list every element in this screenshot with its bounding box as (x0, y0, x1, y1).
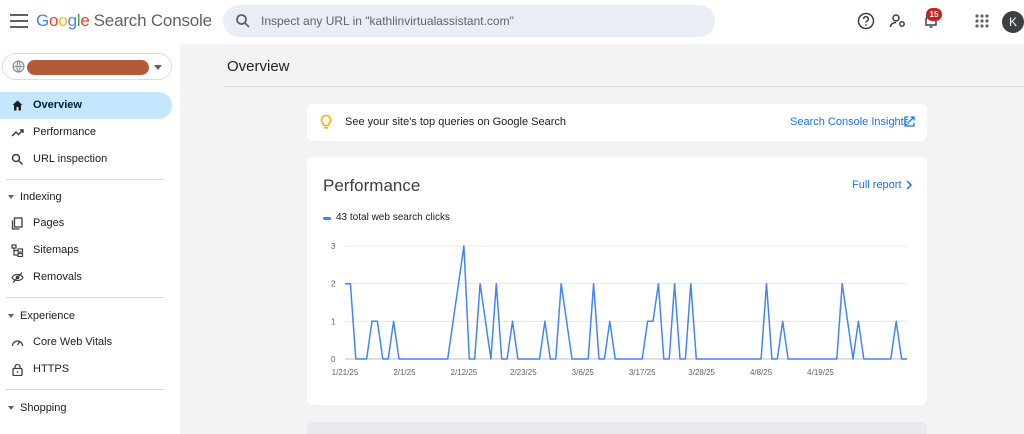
caret-down-icon (8, 195, 14, 199)
home-icon (12, 100, 23, 111)
caret-down-icon (8, 314, 14, 318)
sidebar-item-label: Performance (33, 126, 96, 138)
sidebar-item-label: Pages (33, 217, 65, 229)
sidebar-item-overview[interactable]: Overview (0, 92, 172, 119)
x-tick-label: 2/12/25 (451, 368, 478, 377)
sidebar-divider (6, 297, 164, 298)
chevron-right-icon[interactable] (905, 180, 913, 190)
x-tick-label: 3/17/25 (629, 368, 656, 377)
logo-letter: e (80, 11, 90, 30)
clicks-series-line[interactable] (345, 245, 907, 360)
logo-letter: G (36, 11, 50, 30)
redacted-property-name (27, 60, 149, 75)
insights-banner: See your site's top queries on Google Se… (307, 104, 927, 141)
sidebar-divider (6, 179, 164, 180)
apps-icon[interactable] (972, 11, 992, 31)
open-in-new-icon[interactable] (904, 116, 915, 127)
menu-icon[interactable] (8, 10, 30, 32)
search-icon (236, 14, 250, 28)
x-tick-label: 2/1/25 (393, 368, 416, 377)
performance-card: Performance Full report 43 total web sea… (307, 157, 927, 405)
sidebar-item-label: URL inspection (33, 153, 108, 165)
logo-letter: o (58, 11, 68, 30)
sidebar-item-label: Overview (33, 99, 82, 111)
account-avatar[interactable]: K (1002, 11, 1024, 33)
legend-label: 43 total web search clicks (336, 212, 450, 223)
sidebar-section-indexing[interactable]: Indexing (0, 188, 172, 208)
sidebar-item-pages[interactable]: Pages (0, 210, 172, 237)
clicks-line-chart[interactable]: 0 1 2 3 1/21/25 2/1/25 2/12/25 2/23/25 3/6/25 3/1… (307, 233, 927, 383)
product-name: Search Console (93, 11, 212, 30)
removals-icon (11, 272, 24, 283)
sidebar-item-removals[interactable]: Removals (0, 264, 172, 291)
pages-icon (11, 217, 23, 230)
sidebar-item-core-web-vitals[interactable]: Core Web Vitals (0, 329, 172, 356)
caret-down-icon (8, 406, 14, 410)
lock-icon (12, 363, 23, 376)
y-tick-label: 0 (331, 355, 336, 364)
title-divider (224, 86, 1024, 87)
sidebar-item-label: Sitemaps (33, 244, 79, 256)
x-tick-label: 2/23/25 (510, 368, 537, 377)
page-title: Overview (227, 58, 290, 75)
sidebar-section-shopping[interactable]: Shopping (0, 399, 172, 419)
logo-letter: o (49, 11, 59, 30)
section-title: Indexing (20, 191, 62, 203)
performance-title: Performance (323, 176, 421, 195)
top-app-bar: GoogleSearch Console 15 K (0, 0, 1024, 44)
search-console-logo[interactable]: Google Search Console (36, 11, 212, 31)
help-icon[interactable] (856, 11, 876, 31)
legend-swatch (323, 217, 331, 220)
sidebar-item-https[interactable]: HTTPS (0, 356, 172, 383)
trending-up-icon (11, 129, 24, 137)
next-card-edge (307, 422, 927, 434)
lightbulb-icon (320, 114, 332, 129)
full-report-link[interactable]: Full report (852, 179, 902, 191)
y-tick-label: 2 (331, 280, 336, 289)
sidebar-item-sitemaps[interactable]: Sitemaps (0, 237, 172, 264)
search-icon (11, 153, 24, 166)
manage-users-icon[interactable] (888, 11, 908, 31)
notification-badge: 15 (926, 8, 942, 21)
globe-icon (12, 60, 25, 73)
sidebar-section-experience[interactable]: Experience (0, 307, 172, 327)
sidebar-item-label: HTTPS (33, 363, 70, 375)
sidebar-item-label: Removals (33, 271, 82, 283)
insights-text: See your site's top queries on Google Se… (345, 116, 567, 128)
logo-letter: g (67, 11, 77, 30)
speedometer-icon (11, 340, 24, 347)
sitemap-icon (11, 244, 24, 257)
x-tick-label: 4/19/25 (807, 368, 834, 377)
search-input[interactable] (261, 5, 701, 37)
x-tick-label: 3/28/25 (688, 368, 715, 377)
sidebar-item-label: Core Web Vitals (33, 336, 113, 348)
x-tick-label: 4/8/25 (750, 368, 773, 377)
x-tick-label: 3/6/25 (572, 368, 595, 377)
property-selector[interactable] (2, 53, 172, 80)
y-tick-label: 3 (331, 242, 336, 251)
sidebar-item-performance[interactable]: Performance (0, 119, 172, 146)
sidebar: Overview Performance URL inspection Inde… (0, 44, 180, 434)
url-inspection-search[interactable] (223, 5, 715, 37)
search-console-insights-link[interactable]: Search Console Insights (790, 116, 909, 128)
sidebar-divider (6, 389, 164, 390)
x-tick-label: 1/21/25 (332, 368, 359, 377)
section-title: Experience (20, 310, 76, 322)
section-title: Shopping (20, 402, 67, 414)
chevron-down-icon (154, 65, 162, 70)
y-tick-label: 1 (331, 317, 336, 326)
sidebar-item-url-inspection[interactable]: URL inspection (0, 146, 172, 173)
